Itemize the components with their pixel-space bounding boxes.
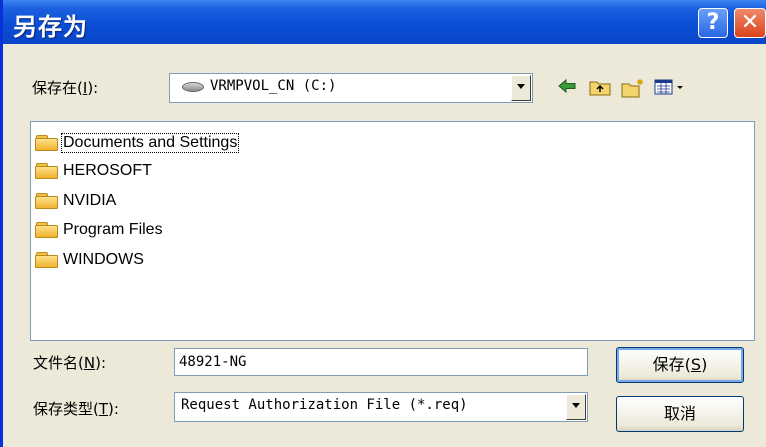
back-arrow-icon[interactable] xyxy=(555,78,579,100)
save-button[interactable]: 保存(S) xyxy=(616,347,744,383)
folder-icon xyxy=(34,251,60,269)
filetype-label: 保存类型(T): xyxy=(33,400,119,418)
filetype-label-text: 保存类型 xyxy=(33,400,94,418)
folder-icon xyxy=(34,162,60,180)
help-button[interactable]: ? xyxy=(698,8,728,38)
list-item[interactable]: NVIDIA xyxy=(34,188,117,214)
up-folder-icon[interactable] xyxy=(588,78,612,100)
save-in-label-text: 保存在 xyxy=(32,79,78,97)
filetype-accel-key: T xyxy=(98,400,109,418)
list-item[interactable]: HEROSOFT xyxy=(34,158,153,184)
list-item[interactable]: WINDOWS xyxy=(34,247,145,273)
file-list[interactable]: Documents and Settings HEROSOFT NVIDIA P… xyxy=(30,121,755,341)
list-item[interactable]: Program Files xyxy=(34,217,164,243)
filename-accel-key: N xyxy=(83,354,96,372)
title-bar[interactable]: 另存为 ? ✕ xyxy=(3,0,766,44)
new-folder-icon[interactable] xyxy=(621,78,645,100)
save-button-label: 保存 xyxy=(652,355,685,374)
filename-label: 文件名(N): xyxy=(33,354,107,372)
folder-icon xyxy=(34,192,60,210)
filename-input[interactable]: 48921-NG xyxy=(174,348,588,376)
filetype-dropdown[interactable]: Request Authorization File (*.req) xyxy=(174,392,588,422)
list-item[interactable]: Documents and Settings xyxy=(34,130,240,156)
folder-icon xyxy=(34,134,60,152)
save-as-dialog: 另存为 ? ✕ 保存在(I): VRMPVOL_CN (C:) Document… xyxy=(0,0,766,447)
filetype-value: Request Authorization File (*.req) xyxy=(181,397,468,413)
list-item-label: WINDOWS xyxy=(63,251,144,268)
save-in-label: 保存在(I): xyxy=(32,79,99,97)
list-item-label: NVIDIA xyxy=(63,192,117,209)
cancel-button[interactable]: 取消 xyxy=(616,396,744,432)
save-accel-key: S xyxy=(690,355,702,374)
filename-label-text: 文件名 xyxy=(33,354,79,372)
list-item-label: Program Files xyxy=(63,221,163,238)
save-in-accel-key: I xyxy=(82,79,88,97)
view-menu-icon[interactable] xyxy=(653,78,687,100)
folder-icon xyxy=(34,221,60,239)
dialog-title: 另存为 xyxy=(13,13,88,41)
save-in-dropdown-arrow[interactable] xyxy=(511,75,531,101)
filetype-dropdown-arrow[interactable] xyxy=(566,394,586,420)
save-in-dropdown[interactable]: VRMPVOL_CN (C:) xyxy=(169,73,533,103)
hard-drive-icon xyxy=(182,82,204,92)
save-in-value: VRMPVOL_CN (C:) xyxy=(210,78,337,94)
list-item-label: HEROSOFT xyxy=(63,162,152,179)
list-item-label: Documents and Settings xyxy=(60,133,240,153)
close-button[interactable]: ✕ xyxy=(734,8,766,38)
